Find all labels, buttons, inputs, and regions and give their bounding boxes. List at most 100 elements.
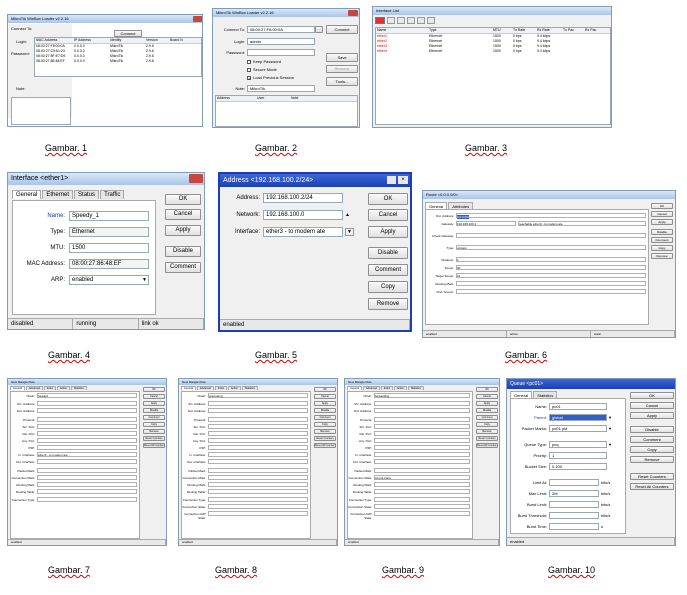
comment-icon[interactable] — [417, 17, 425, 24]
protocol-select[interactable] — [208, 417, 308, 422]
tab-ethernet[interactable]: Ethernet — [42, 190, 74, 199]
remove-button[interactable]: Remove — [314, 429, 336, 434]
remove-button[interactable]: Remove — [326, 65, 358, 73]
apply-button[interactable]: Apply — [368, 226, 408, 238]
cancel-button[interactable]: Cancel — [143, 394, 165, 399]
reset-counters-button[interactable]: Reset Counters — [630, 473, 674, 480]
close-icon[interactable] — [348, 10, 358, 16]
tools-button[interactable]: Tools... — [326, 77, 358, 86]
apply-button[interactable]: Apply — [165, 225, 201, 236]
limit-at-input[interactable] — [549, 479, 599, 486]
add-icon[interactable] — [375, 17, 385, 24]
connect-to-input[interactable]: 08:00:27:F8:00:0A — [247, 26, 315, 33]
tab-status[interactable]: Status — [74, 190, 100, 199]
tab-general[interactable]: General — [12, 190, 42, 199]
table-row[interactable]: ether4 Ethernet 1500 0 bps 9.4 kbps — [376, 49, 610, 54]
chevron-down-icon[interactable]: ▼ — [608, 426, 612, 431]
col-type[interactable]: Type — [428, 28, 492, 33]
chevron-up-icon[interactable]: ▲ — [345, 212, 350, 218]
connect-button[interactable]: Connect — [114, 30, 142, 37]
dst-address-input[interactable] — [374, 408, 470, 413]
pref-source-select[interactable] — [456, 289, 646, 294]
col-ip[interactable]: IP Address — [73, 38, 109, 43]
disable-button[interactable]: Disable — [314, 408, 336, 413]
disable-button[interactable]: Disable — [651, 229, 673, 235]
out-interface-select[interactable] — [37, 459, 137, 464]
filter-icon[interactable] — [427, 17, 435, 24]
tab-action[interactable]: Action — [56, 386, 70, 390]
remove-button[interactable]: Remove — [630, 456, 674, 463]
ok-button[interactable]: OK — [630, 392, 674, 399]
scope-input[interactable]: 30 — [456, 265, 646, 270]
col-tx-pac[interactable]: Tx Pac — [562, 28, 584, 33]
cancel-button[interactable]: Cancel — [651, 211, 673, 217]
burst-time-input[interactable] — [549, 523, 599, 530]
disable-button[interactable]: Disable — [368, 247, 408, 259]
col-identity[interactable]: Identity — [109, 38, 145, 43]
tab-general[interactable]: General — [10, 386, 25, 390]
restore-icon[interactable] — [387, 176, 396, 184]
reset-counters-button[interactable]: Reset Counters — [476, 436, 498, 441]
network-input[interactable]: 192.168.100.0 — [263, 210, 343, 220]
chain-select[interactable]: prerouting — [208, 393, 308, 398]
routing-mark-select[interactable] — [456, 281, 646, 286]
col-note[interactable]: Note — [290, 96, 350, 101]
disable-button[interactable]: Disable — [476, 408, 498, 413]
col-board[interactable]: Board N — [169, 38, 199, 43]
src-address-input[interactable] — [374, 401, 470, 406]
src-address-input[interactable] — [37, 401, 137, 406]
close-icon[interactable] — [189, 174, 203, 183]
close-icon[interactable] — [193, 16, 202, 22]
chevron-down-icon[interactable]: ▼ — [608, 442, 612, 447]
col-mtu[interactable]: MTU — [492, 28, 512, 33]
reset-all-counters-button[interactable]: Reset All Counters — [314, 443, 336, 448]
disable-button[interactable]: Disable — [165, 246, 201, 257]
col-user[interactable]: User — [256, 96, 290, 101]
chevron-down-icon[interactable]: ▼ — [608, 415, 612, 420]
copy-button[interactable]: Copy — [368, 281, 408, 293]
remove-button[interactable]: Remove — [143, 429, 165, 434]
col-mac[interactable]: MAC Address — [35, 38, 73, 43]
secure-mode-checkbox[interactable] — [247, 67, 251, 72]
distance-input[interactable]: 1 — [456, 257, 646, 262]
remove-button[interactable]: Remove — [368, 298, 408, 310]
connection-mark-select[interactable] — [37, 475, 137, 480]
dst-port-input[interactable] — [208, 431, 308, 436]
priority-input[interactable]: 1 — [549, 452, 607, 459]
ok-button[interactable]: OK — [368, 193, 408, 205]
browse-button[interactable]: … — [315, 26, 323, 33]
routing-table-select[interactable] — [37, 489, 137, 494]
src-port-input[interactable] — [374, 424, 470, 429]
routing-mark-select[interactable] — [37, 482, 137, 487]
chain-select[interactable]: forward — [37, 393, 137, 398]
p2p-select[interactable] — [208, 445, 308, 450]
packet-marks-select[interactable]: pc01-pkt — [549, 425, 607, 432]
copy-button[interactable]: Copy — [143, 422, 165, 427]
routing-table-select[interactable] — [374, 489, 470, 494]
target-scope-input[interactable]: 10 — [456, 273, 646, 278]
ok-button[interactable]: OK — [165, 194, 201, 205]
dst-port-input[interactable] — [37, 431, 137, 436]
connection-state-select[interactable] — [374, 504, 470, 509]
reset-all-counters-button[interactable]: Reset All Counters — [630, 483, 674, 490]
p2p-select[interactable] — [374, 445, 470, 450]
col-version[interactable]: Version — [145, 38, 169, 43]
dst-input[interactable]: 0.0.0.0/0 — [456, 213, 646, 219]
tab-statistics[interactable]: Statistics — [407, 386, 424, 390]
any-port-input[interactable] — [208, 438, 308, 443]
save-button[interactable]: Save — [326, 53, 358, 62]
in-interface-select[interactable] — [374, 452, 470, 457]
disable-button[interactable]: Disable — [630, 426, 674, 433]
address-input[interactable]: 192.168.100.2/24 — [263, 193, 343, 203]
connection-state-select[interactable] — [208, 504, 308, 509]
enable-icon[interactable] — [397, 17, 405, 24]
comment-button[interactable]: Comment — [476, 415, 498, 420]
note-input[interactable]: MikroTik — [247, 85, 315, 92]
col-address[interactable]: Address — [216, 96, 256, 101]
reset-counters-button[interactable]: Reset Counters — [314, 436, 336, 441]
tab-general[interactable]: General — [181, 386, 196, 390]
dst-address-input[interactable] — [208, 408, 308, 413]
apply-button[interactable]: Apply — [143, 401, 165, 406]
protocol-select[interactable] — [37, 417, 137, 422]
password-input[interactable] — [247, 49, 315, 56]
